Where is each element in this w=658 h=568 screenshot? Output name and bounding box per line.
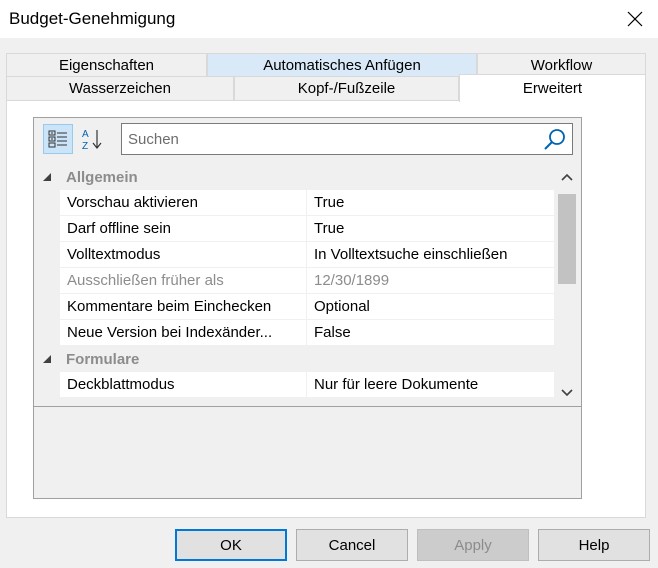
tab-panel-erweitert: A Z Suchen Allgemein Vorschau aktivieren…	[6, 100, 646, 518]
property-row[interactable]: Deckblattmodus Nur für leere Dokumente	[34, 372, 554, 398]
sort-az-icon: A Z	[82, 129, 102, 151]
category-row-allgemein[interactable]: Allgemein	[34, 164, 554, 190]
expanded-triangle-icon	[43, 173, 51, 181]
help-button[interactable]: Help	[538, 529, 650, 561]
property-value[interactable]: True	[307, 190, 554, 216]
collapse-toggle[interactable]	[34, 164, 60, 190]
search-icon	[544, 129, 565, 150]
scroll-up-button[interactable]	[554, 164, 580, 190]
property-value[interactable]: Nur für leere Dokumente	[307, 372, 554, 398]
property-row[interactable]: Ausschließen früher als 12/30/1899	[34, 268, 554, 294]
property-name: Ausschließen früher als	[60, 268, 307, 294]
cancel-button[interactable]: Cancel	[296, 529, 408, 561]
property-name: Darf offline sein	[60, 216, 307, 242]
chevron-up-icon	[561, 173, 573, 181]
alphabetical-sort-button[interactable]: A Z	[78, 124, 108, 154]
property-value[interactable]: In Volltextsuche einschließen	[307, 242, 554, 268]
expanded-triangle-icon	[43, 355, 51, 363]
property-row[interactable]: Darf offline sein True	[34, 216, 554, 242]
title-bar: Budget-Genehmigung	[0, 0, 658, 38]
property-name: Neue Version bei Indexänder...	[60, 320, 307, 346]
property-row[interactable]: Volltextmodus In Volltextsuche einschlie…	[34, 242, 554, 268]
property-value[interactable]: True	[307, 216, 554, 242]
category-label: Allgemein	[66, 168, 138, 186]
tab-erweitert[interactable]: Erweitert	[459, 74, 646, 102]
svg-text:Z: Z	[82, 141, 88, 151]
property-value[interactable]: Optional	[307, 294, 554, 320]
categorized-view-button[interactable]	[43, 124, 73, 154]
collapse-toggle[interactable]	[34, 346, 60, 372]
scroll-thumb[interactable]	[558, 194, 576, 284]
grid-toolbar: A Z	[34, 118, 581, 162]
property-row[interactable]: Kommentare beim Einchecken Optional	[34, 294, 554, 320]
search-box	[121, 123, 573, 155]
property-grid: A Z Suchen Allgemein Vorschau aktivieren…	[33, 117, 582, 499]
property-name: Kommentare beim Einchecken	[60, 294, 307, 320]
search-input[interactable]	[122, 124, 537, 154]
tab-eigenschaften[interactable]: Eigenschaften	[6, 53, 207, 76]
svg-text:A: A	[82, 129, 89, 140]
property-name: Deckblattmodus	[60, 372, 307, 398]
categorized-view-icon	[48, 130, 67, 148]
close-button[interactable]	[612, 0, 658, 38]
property-row[interactable]: Neue Version bei Indexänder... False	[34, 320, 554, 346]
category-row-formulare[interactable]: Formulare	[34, 346, 554, 372]
window-title: Budget-Genehmigung	[9, 9, 176, 28]
description-pane	[34, 406, 581, 498]
close-icon	[627, 11, 643, 27]
chevron-down-icon	[561, 389, 573, 397]
property-name: Volltextmodus	[60, 242, 307, 268]
property-rows: Allgemein Vorschau aktivieren True Darf …	[34, 164, 554, 406]
tab-kopf-fusszeile[interactable]: Kopf-/Fußzeile	[234, 76, 459, 100]
tab-workflow[interactable]: Workflow	[477, 53, 646, 76]
dialog-client: Eigenschaften Automatisches Anfügen Work…	[0, 38, 658, 568]
ok-button[interactable]: OK	[175, 529, 287, 561]
vertical-scrollbar[interactable]	[554, 164, 580, 406]
tab-wasserzeichen[interactable]: Wasserzeichen	[6, 76, 234, 100]
apply-button: Apply	[417, 529, 529, 561]
search-button[interactable]	[542, 127, 568, 151]
property-row[interactable]: Vorschau aktivieren True	[34, 190, 554, 216]
scroll-down-button[interactable]	[554, 380, 580, 406]
property-value: 12/30/1899	[307, 268, 554, 294]
property-value[interactable]: False	[307, 320, 554, 346]
property-name: Vorschau aktivieren	[60, 190, 307, 216]
tab-automatisches-anfuegen[interactable]: Automatisches Anfügen	[207, 53, 477, 76]
category-label: Formulare	[66, 350, 140, 368]
